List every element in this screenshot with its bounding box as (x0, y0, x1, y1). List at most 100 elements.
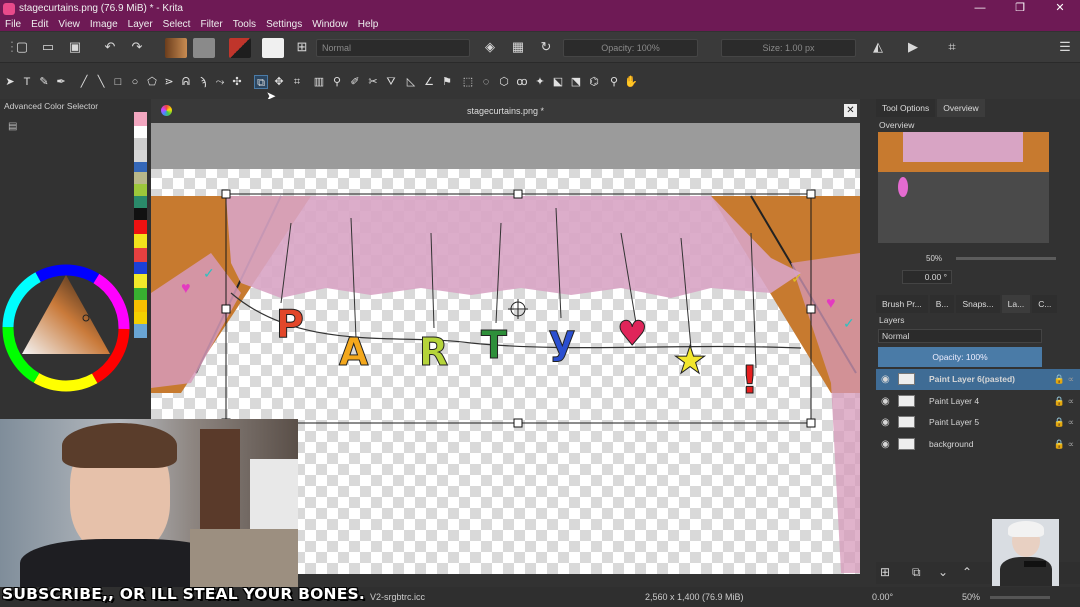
magnetic-selection-icon[interactable]: ⌬ (587, 75, 601, 89)
overview-rotation-field[interactable]: 0.00 ° (902, 270, 952, 284)
assistant-tool-icon[interactable]: ◺ (404, 75, 418, 89)
menu-window[interactable]: Window (307, 19, 353, 30)
menu-select[interactable]: Select (158, 19, 196, 30)
duplicate-layer-icon[interactable]: ⧉ (912, 565, 921, 580)
brush-tool-icon[interactable]: ╱ (77, 75, 91, 89)
add-layer-icon[interactable]: ⊞ (880, 565, 890, 579)
menu-image[interactable]: Image (85, 19, 123, 30)
dynamic-brush-icon[interactable]: ⤳ (213, 75, 227, 89)
menu-settings[interactable]: Settings (261, 19, 307, 30)
transform-handle[interactable] (221, 189, 231, 199)
eraser-mode-icon[interactable]: ◈ (482, 39, 498, 55)
overview-zoom-slider[interactable] (956, 257, 1056, 260)
measure-tool-icon[interactable]: ∠ (422, 75, 436, 89)
tab-brush-presets[interactable]: Brush Pr... (876, 295, 928, 313)
close-document-icon[interactable]: ✕ (844, 104, 857, 117)
menu-layer[interactable]: Layer (123, 19, 158, 30)
zoom-slider[interactable] (990, 596, 1050, 599)
zoom-tool-icon[interactable]: ⚲ (607, 75, 621, 89)
workspace-grid-icon[interactable]: ⊞ (294, 39, 310, 55)
polygonal-selection-icon[interactable]: ⬡ (497, 75, 511, 89)
colorize-mask-icon[interactable]: ✂ (366, 75, 380, 89)
smart-patch-icon[interactable]: ✐ (348, 75, 362, 89)
ellipse-tool-icon[interactable]: ○ (128, 75, 142, 89)
layer-blend-mode-select[interactable]: Normal (878, 329, 1042, 343)
eye-icon[interactable]: ◉ (881, 434, 890, 455)
bezier-selection-icon[interactable]: ⬔ (569, 75, 583, 89)
transform-handle[interactable] (513, 189, 523, 199)
foreground-background-color-icon[interactable] (229, 38, 251, 58)
maximize-button[interactable]: ❐ (1000, 0, 1040, 17)
polygon-tool-icon[interactable]: ⬠ (145, 75, 159, 89)
save-icon[interactable]: ▣ (67, 39, 83, 55)
layer-lock-icon[interactable]: 🔒 ∝ (1054, 391, 1074, 412)
layer-lock-icon[interactable]: 🔒 ∝ (1054, 434, 1074, 455)
move-tool-icon[interactable]: ✥ (272, 75, 286, 89)
mirror-vertical-icon[interactable]: ▶ (905, 39, 921, 55)
menu-view[interactable]: View (53, 19, 85, 30)
redo-icon[interactable]: ↷ (129, 39, 145, 55)
layer-row[interactable]: ◉ Paint Layer 4 🔒 ∝ (876, 391, 1080, 412)
size-slider[interactable]: Size: 1.00 px (721, 39, 856, 57)
transform-handle[interactable] (806, 189, 816, 199)
freehand-selection-icon[interactable]: ꝏ (515, 75, 529, 89)
mirror-horizontal-icon[interactable]: ◭ (870, 39, 886, 55)
reference-images-icon[interactable]: ⚑ (440, 75, 454, 89)
tab-tool-options[interactable]: Tool Options (876, 99, 936, 117)
multibrush-icon[interactable]: ✣ (230, 75, 244, 89)
menu-tools[interactable]: Tools (228, 19, 261, 30)
document-tab[interactable]: stagecurtains.png * ✕ (151, 99, 860, 123)
select-shapes-icon[interactable]: ➤ (3, 75, 17, 89)
docker-menu-icon[interactable]: ☰ (1057, 39, 1073, 55)
color-wheel[interactable] (0, 261, 134, 395)
tab-snapshots[interactable]: Snaps... (956, 295, 1000, 313)
calligraphy-icon[interactable]: ✒ (54, 75, 68, 89)
menu-edit[interactable]: Edit (26, 19, 53, 30)
gradient-preset-swatch[interactable] (165, 38, 187, 58)
fill-tool-icon[interactable]: ⛛ (384, 75, 398, 89)
alpha-lock-icon[interactable]: ▦ (510, 39, 526, 55)
contiguous-selection-icon[interactable]: ✦ (533, 75, 547, 89)
color-history-palette[interactable] (134, 112, 147, 372)
eye-icon[interactable]: ◉ (881, 391, 890, 412)
menu-help[interactable]: Help (353, 19, 384, 30)
blend-mode-select[interactable]: Normal (316, 39, 470, 57)
menu-file[interactable]: File (0, 19, 26, 30)
move-layer-up-icon[interactable]: ⌃ (962, 565, 972, 579)
tab-c[interactable]: C... (1032, 295, 1058, 313)
gradient-tool-icon[interactable]: ▥ (312, 75, 326, 89)
freehand-path-icon[interactable]: ϡ (196, 75, 210, 89)
transform-handle[interactable] (221, 304, 231, 314)
move-layer-down-icon[interactable]: ⌄ (938, 565, 948, 579)
layer-row[interactable]: ◉ Paint Layer 5 🔒 ∝ (876, 412, 1080, 433)
close-window-button[interactable]: ✕ (1040, 0, 1080, 17)
transform-tool-icon[interactable]: ⧉ (254, 75, 268, 89)
color-picker-icon[interactable]: ⚲ (330, 75, 344, 89)
transform-handle[interactable] (513, 418, 523, 428)
new-document-icon[interactable]: ▢ (14, 39, 30, 55)
layer-opacity-slider[interactable]: Opacity: 100% (878, 347, 1042, 367)
brush-preset-icon[interactable] (262, 38, 284, 58)
opacity-slider[interactable]: Opacity: 100% (563, 39, 698, 57)
menu-filter[interactable]: Filter (195, 19, 227, 30)
wrap-around-icon[interactable]: ⌗ (944, 39, 960, 55)
overview-thumbnail[interactable] (878, 132, 1049, 243)
layer-row[interactable]: ◉ Paint Layer 6(pasted) 🔒 ∝ (876, 369, 1080, 390)
transform-handle[interactable] (806, 418, 816, 428)
rectangular-selection-icon[interactable]: ⬚ (461, 75, 475, 89)
rectangle-tool-icon[interactable]: □ (111, 75, 125, 89)
undo-icon[interactable]: ↶ (102, 39, 118, 55)
layer-lock-icon[interactable]: 🔒 ∝ (1054, 412, 1074, 433)
pattern-swatch[interactable] (193, 38, 215, 58)
canvas-zoom[interactable]: 50% (962, 592, 980, 602)
transform-handle[interactable] (806, 304, 816, 314)
minimize-button[interactable]: — (960, 0, 1000, 17)
line-tool-icon[interactable]: ╲ (94, 75, 108, 89)
bezier-tool-icon[interactable]: ᕱ (179, 75, 193, 89)
reload-preset-icon[interactable]: ↻ (538, 39, 554, 55)
text-tool-icon[interactable]: T (20, 75, 34, 89)
tab-overview[interactable]: Overview (937, 99, 985, 117)
color-selector-settings-icon[interactable]: ▤ (8, 121, 17, 132)
tab-layers[interactable]: La... (1001, 295, 1031, 313)
polyline-tool-icon[interactable]: ⋗ (162, 75, 176, 89)
